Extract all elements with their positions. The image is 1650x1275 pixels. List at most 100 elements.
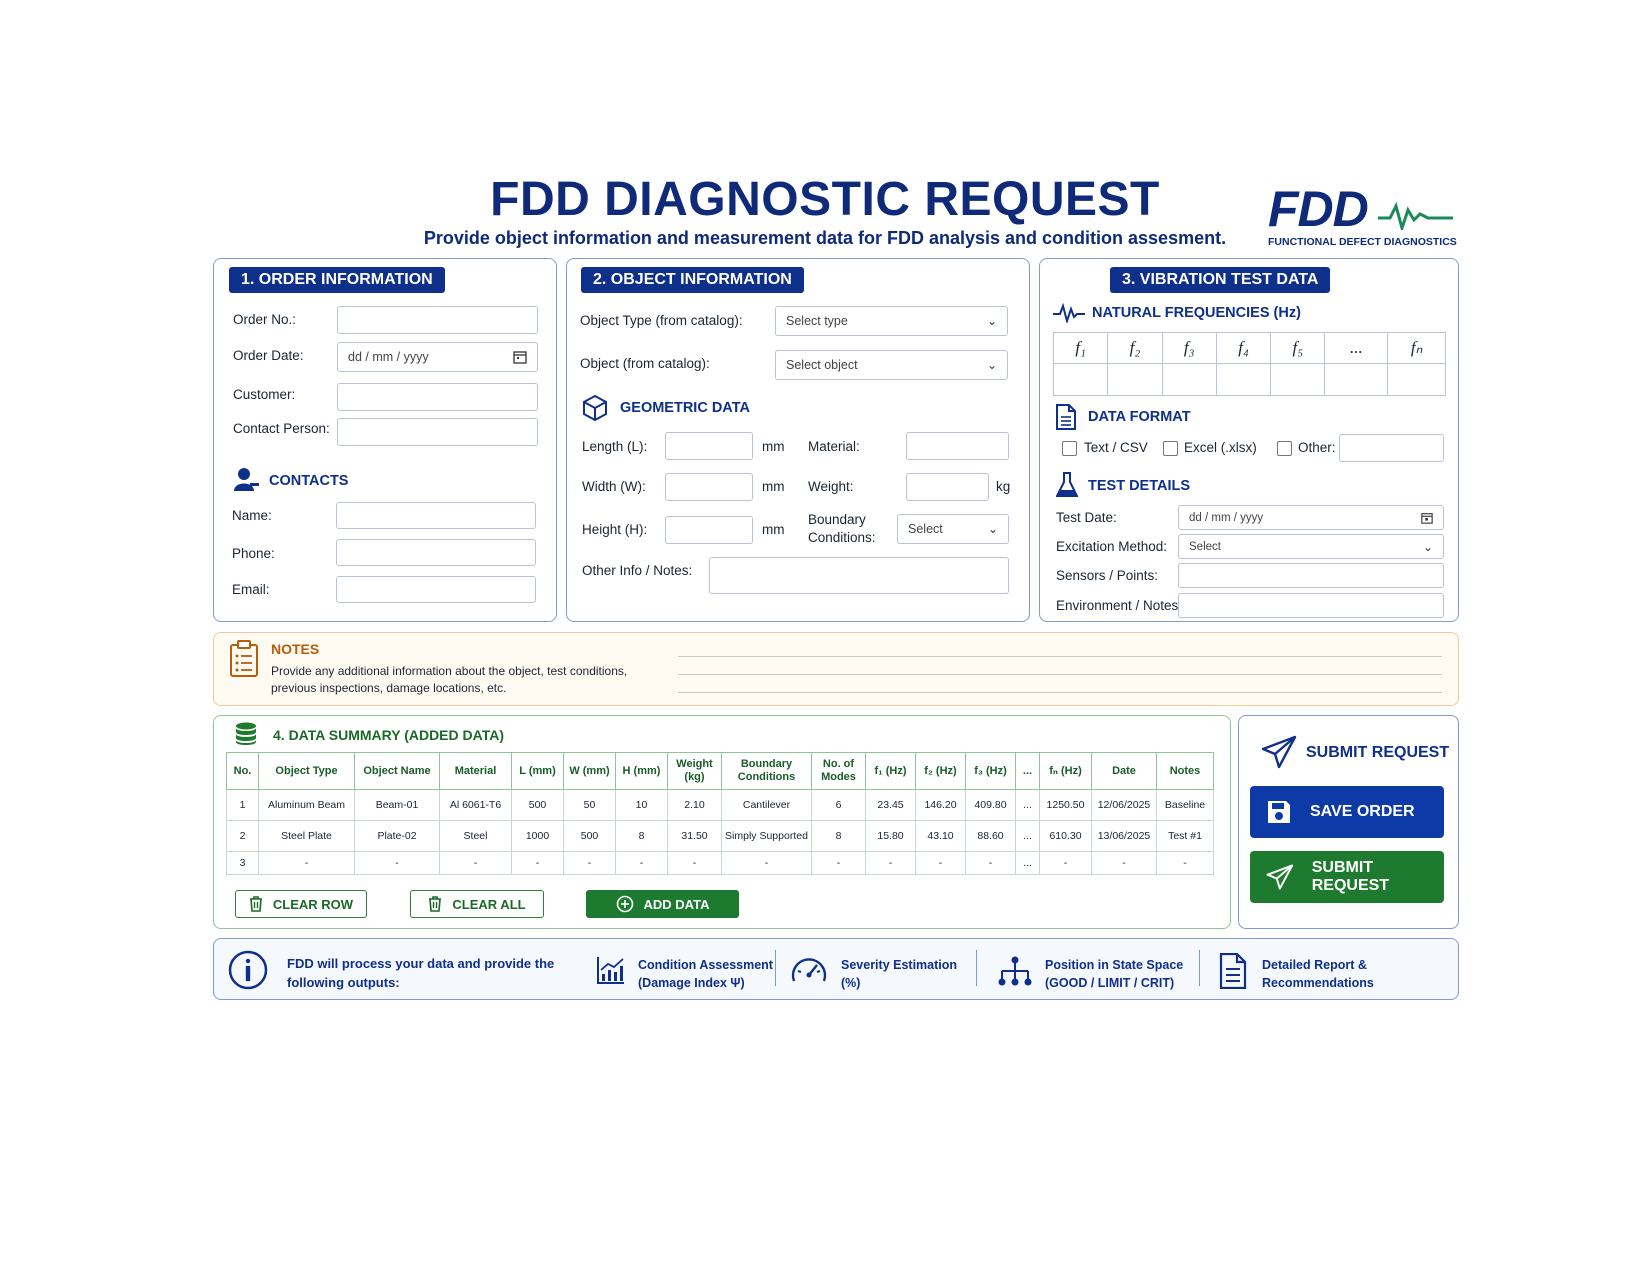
object-type-select[interactable]: Select type ⌄ (775, 306, 1008, 336)
email-input[interactable] (336, 576, 536, 603)
table-cell: 610.30 (1039, 820, 1092, 852)
table-cell: ... (1015, 789, 1040, 821)
freq-value-cell[interactable] (1052, 363, 1109, 396)
height-unit: mm (762, 522, 785, 537)
weight-input[interactable] (906, 473, 989, 501)
calendar-icon[interactable] (513, 350, 527, 364)
notes-writing-area[interactable] (678, 648, 1442, 694)
submit-request-heading: SUBMIT REQUEST (1306, 744, 1450, 761)
fdd-logo: FDD FUNCTIONAL DEFECT DIAGNOSTICS (1268, 180, 1458, 250)
clear-all-button[interactable]: CLEAR ALL (410, 890, 544, 918)
table-row[interactable]: 3- - - - - - - - - - - -... - - - (226, 851, 1214, 875)
table-cell: 1 (226, 789, 259, 821)
send-icon (1266, 864, 1294, 890)
waveform-icon (1053, 303, 1085, 323)
output-1-line-1: Condition Assessment (638, 958, 773, 972)
environment-label: Environment / Notes: (1056, 598, 1183, 613)
table-row[interactable]: 1 Aluminum Beam Beam-01 Al 6061-T6 500 50 10 2.… (226, 789, 1214, 821)
plus-circle-icon (616, 895, 633, 913)
freq-header-cell: f₂ (1107, 332, 1163, 364)
freq-value-cell[interactable] (1215, 363, 1272, 396)
length-label: Length (L): (582, 439, 648, 454)
data-summary-table: No. Object Type Object Name Material L (mm) W… (226, 752, 1214, 875)
excitation-method-value: Select (1189, 540, 1221, 553)
test-date-input[interactable]: dd / mm / yyyy (1178, 505, 1444, 530)
freq-value-cell[interactable] (1107, 363, 1163, 396)
table-row[interactable]: 2 Steel Plate Plate-02 Steel 1000 500 8 31.50 Si… (226, 820, 1214, 852)
summary-column-header: f₁ (Hz) (865, 752, 916, 790)
freq-header-cell: f₃ (1161, 332, 1217, 364)
table-cell: 43.10 (915, 820, 966, 852)
other-format-input[interactable] (1339, 434, 1444, 462)
sensors-input[interactable] (1178, 563, 1444, 588)
object-select[interactable]: Select object ⌄ (775, 350, 1008, 380)
table-cell: Baseline (1156, 789, 1214, 821)
order-no-input[interactable] (337, 306, 538, 334)
clear-row-button[interactable]: CLEAR ROW (235, 890, 367, 918)
output-severity-estimation: Severity Estimation (%) (841, 956, 957, 992)
freq-value-cell[interactable] (1387, 363, 1446, 396)
freq-value-cell[interactable] (1324, 363, 1389, 396)
height-input[interactable] (665, 516, 753, 544)
table-cell: - (1156, 851, 1214, 875)
table-cell: - (439, 851, 512, 875)
output-4-line-1: Detailed Report & (1262, 958, 1367, 972)
add-data-button[interactable]: ADD DATA (586, 890, 739, 918)
save-order-button[interactable]: SAVE ORDER (1250, 786, 1444, 838)
table-cell: - (258, 851, 355, 875)
excel-checkbox[interactable] (1163, 441, 1178, 456)
hierarchy-icon (998, 956, 1032, 986)
calendar-icon[interactable] (1421, 512, 1433, 524)
width-input[interactable] (665, 473, 753, 501)
boundary-label-2: Conditions: (808, 530, 876, 545)
freq-header-cell: f₄ (1215, 332, 1272, 364)
boundary-label-1: Boundary (808, 512, 866, 527)
order-date-input[interactable]: dd / mm / yyyy (337, 342, 538, 372)
gauge-icon (791, 958, 827, 982)
add-data-label: ADD DATA (643, 896, 710, 912)
table-cell: Aluminum Beam (258, 789, 355, 821)
material-input[interactable] (906, 432, 1009, 460)
text-csv-label: Text / CSV (1084, 440, 1148, 455)
excitation-method-select[interactable]: Select ⌄ (1178, 534, 1444, 559)
footer-intro-line-2: following outputs: (287, 974, 400, 990)
send-icon (1261, 735, 1297, 769)
freq-header-cell: ... (1324, 332, 1389, 364)
customer-input[interactable] (337, 383, 538, 411)
text-csv-checkbox[interactable] (1062, 441, 1077, 456)
summary-column-header: f₂ (Hz) (915, 752, 966, 790)
boundary-conditions-select[interactable]: Select ⌄ (897, 514, 1009, 544)
object-type-label: Object Type (from catalog): (580, 313, 743, 328)
phone-input[interactable] (336, 539, 536, 566)
length-input[interactable] (665, 432, 753, 460)
summary-column-header: Boundary Conditions (721, 752, 812, 790)
phone-label: Phone: (232, 546, 275, 561)
data-summary-heading: 4. DATA SUMMARY (ADDED DATA) (273, 727, 504, 743)
freq-value-cell[interactable] (1161, 363, 1217, 396)
summary-column-header: No. of Modes (811, 752, 866, 790)
table-cell: 146.20 (915, 789, 966, 821)
other-format-checkbox[interactable] (1277, 441, 1292, 456)
environment-input[interactable] (1178, 593, 1444, 618)
table-cell: 2.10 (667, 789, 722, 821)
logo-wave-icon (1378, 201, 1453, 230)
summary-column-header: Object Type (258, 752, 355, 790)
output-position-state-space: Position in State Space (GOOD / LIMIT / … (1045, 956, 1183, 992)
submit-request-button[interactable]: SUBMIT REQUEST (1250, 851, 1444, 903)
geometric-data-heading: GEOMETRIC DATA (620, 400, 750, 416)
table-cell: 2 (226, 820, 259, 852)
other-info-input[interactable] (709, 557, 1009, 594)
name-input[interactable] (336, 502, 536, 529)
table-cell: 13/06/2025 (1091, 820, 1157, 852)
contact-person-input[interactable] (337, 418, 538, 446)
freq-value-cell[interactable] (1270, 363, 1326, 396)
vibration-test-heading: 3. VIBRATION TEST DATA (1110, 267, 1331, 293)
output-2-line-2: (%) (841, 976, 861, 991)
chevron-down-icon: ⌄ (986, 358, 997, 372)
table-cell: 23.45 (865, 789, 916, 821)
chart-icon (597, 957, 624, 984)
contact-person-label: Contact Person: (233, 421, 330, 436)
table-cell: Al 6061-T6 (439, 789, 512, 821)
table-cell: Cantilever (721, 789, 812, 821)
width-unit: mm (762, 479, 785, 494)
